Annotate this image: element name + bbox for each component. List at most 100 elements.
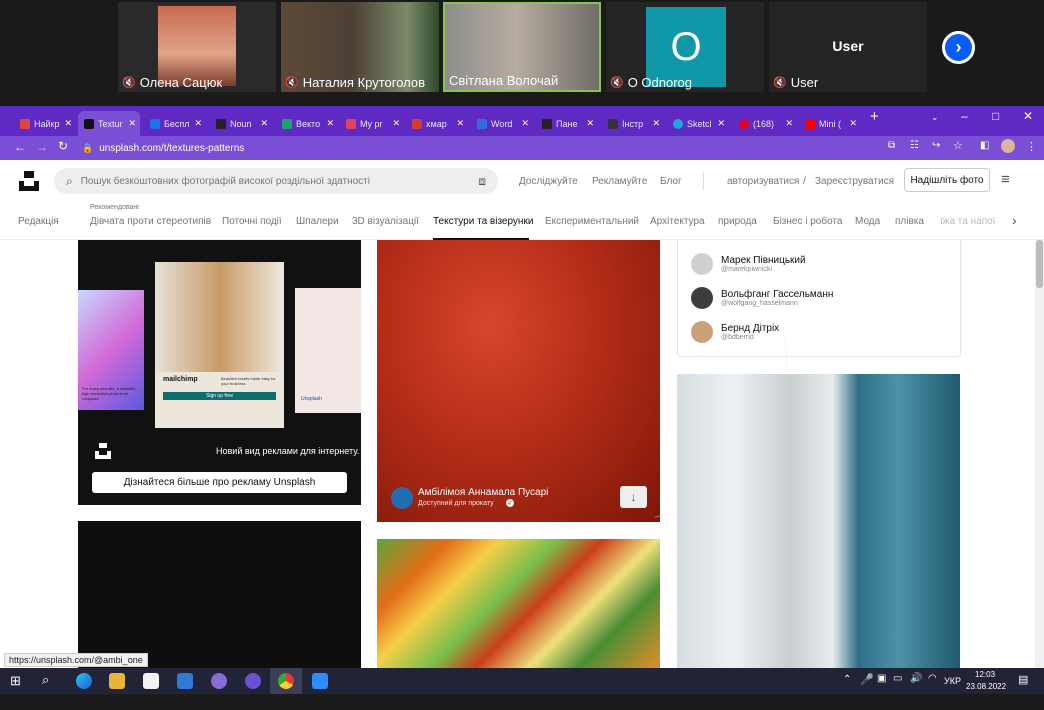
photo-card[interactable]: Амбілімоя Аннамала Пусарі Доступний для … bbox=[377, 240, 850, 583]
close-tab-icon[interactable]: ✕ bbox=[326, 118, 334, 129]
participant-tile[interactable]: 🔇 Олена Сацюк bbox=[118, 2, 276, 92]
browser-tab-active[interactable]: Textur ✕ bbox=[78, 111, 140, 136]
category-tab[interactable]: Шпалери bbox=[296, 216, 339, 227]
close-tab-icon[interactable]: ✕ bbox=[586, 118, 594, 129]
camera-icon[interactable]: ▣ bbox=[877, 673, 886, 684]
browser-tab[interactable]: Векто ✕ bbox=[276, 111, 338, 136]
author-avatar[interactable] bbox=[391, 487, 413, 509]
install-app-icon[interactable]: ⧉ bbox=[888, 140, 895, 151]
contributor-item[interactable]: Марек Півницький @marekpiwnicki bbox=[691, 251, 806, 277]
category-tab[interactable]: Мода bbox=[855, 216, 880, 227]
clock-date[interactable]: 23.08.2022 bbox=[966, 682, 1006, 691]
app-icon[interactable] bbox=[211, 673, 227, 689]
store-icon[interactable] bbox=[143, 673, 159, 689]
participant-tile[interactable]: User 🔇 User bbox=[769, 2, 927, 92]
category-tab[interactable]: їжа та напої bbox=[940, 216, 995, 227]
photo-card[interactable] bbox=[377, 539, 660, 668]
profile-avatar[interactable] bbox=[1001, 139, 1015, 153]
tab-search-icon[interactable]: ⌄ bbox=[931, 112, 939, 123]
photo-card[interactable] bbox=[78, 521, 361, 668]
browser-tab[interactable]: My pr ✕ bbox=[340, 111, 404, 136]
browser-tab[interactable]: хмар ✕ bbox=[406, 111, 468, 136]
chevron-right-icon[interactable]: › bbox=[1012, 212, 1017, 228]
close-tab-icon[interactable]: ✕ bbox=[392, 118, 400, 129]
signup-link[interactable]: Зареєструватися bbox=[815, 176, 894, 187]
close-tab-icon[interactable]: ✕ bbox=[64, 118, 72, 129]
new-tab-button[interactable]: + bbox=[870, 108, 879, 125]
browser-tab[interactable]: Word ✕ bbox=[471, 111, 533, 136]
back-icon[interactable]: ← bbox=[14, 140, 26, 154]
category-tab[interactable]: плівка bbox=[895, 216, 924, 227]
close-tab-icon[interactable]: ✕ bbox=[194, 118, 202, 129]
language-indicator[interactable]: УКР bbox=[944, 676, 961, 686]
page-scrollbar[interactable] bbox=[1035, 240, 1044, 668]
search-icon[interactable]: ⌕ bbox=[42, 672, 49, 688]
category-tab[interactable]: Архітектура bbox=[650, 216, 705, 227]
minimize-button[interactable]: – bbox=[961, 109, 968, 123]
browser-tab[interactable]: Інстр ✕ bbox=[602, 111, 664, 136]
browser-tab[interactable]: Найкр ✕ bbox=[14, 111, 76, 136]
participant-tile-active-speaker[interactable]: Світлана Волочай bbox=[443, 2, 601, 92]
category-tab[interactable]: природа bbox=[718, 216, 757, 227]
close-tab-icon[interactable]: ✕ bbox=[652, 118, 660, 129]
login-link[interactable]: авторизуватися bbox=[727, 176, 799, 187]
chrome-icon[interactable] bbox=[278, 673, 294, 689]
participant-tile[interactable]: O 🔇 O Odnorog bbox=[606, 2, 764, 92]
forward-icon[interactable]: → bbox=[36, 140, 48, 154]
unsplash-logo[interactable] bbox=[19, 171, 39, 191]
close-tab-icon[interactable]: ✕ bbox=[521, 118, 529, 129]
category-tab-active[interactable]: Текстури та візерунки bbox=[433, 216, 533, 227]
submit-photo-button[interactable]: Надішліть фото bbox=[904, 168, 990, 192]
close-tab-icon[interactable]: ✕ bbox=[785, 118, 793, 129]
browser-tab[interactable]: Беспл ✕ bbox=[144, 111, 206, 136]
file-explorer-icon[interactable] bbox=[109, 673, 125, 689]
nav-explore[interactable]: Досліджуйте bbox=[519, 176, 578, 187]
edge-icon[interactable] bbox=[76, 673, 92, 689]
ad-card[interactable]: For every new site, a beautiful high res… bbox=[78, 240, 361, 505]
search-input[interactable]: ⌕ Пошук безкоштовних фотографій високої … bbox=[54, 168, 498, 194]
hamburger-menu-icon[interactable]: ≡ bbox=[1001, 171, 1010, 188]
browser-tab[interactable]: (168) ✕ bbox=[733, 111, 797, 136]
close-tab-icon[interactable]: ✕ bbox=[456, 118, 464, 129]
close-tab-icon[interactable]: ✕ bbox=[260, 118, 268, 129]
contributor-item[interactable]: Вольфганг Гассельманн @wolfgang_hasselman… bbox=[691, 285, 833, 311]
battery-icon[interactable]: ▭ bbox=[893, 673, 902, 684]
browser-tab[interactable]: Sketcl ✕ bbox=[667, 111, 729, 136]
menu-kebab-icon[interactable]: ⋮ bbox=[1026, 140, 1037, 153]
volume-icon[interactable]: 🔊 bbox=[910, 673, 922, 684]
nav-blog[interactable]: Блог bbox=[660, 176, 682, 187]
close-window-button[interactable]: ✕ bbox=[1023, 109, 1033, 123]
ad-learn-more-button[interactable]: Дізнайтеся більше про рекламу Unsplash bbox=[92, 472, 347, 493]
close-tab-icon[interactable]: ✕ bbox=[717, 118, 725, 129]
bookmark-star-icon[interactable]: ☆ bbox=[953, 139, 963, 152]
category-tab[interactable]: 3D візуалізації bbox=[352, 216, 419, 227]
visual-search-icon[interactable]: ⧈ bbox=[478, 174, 486, 189]
viber-icon[interactable] bbox=[245, 673, 261, 689]
download-button[interactable]: ↓ bbox=[620, 486, 647, 508]
side-panel-icon[interactable]: ◧ bbox=[980, 140, 989, 151]
photo-card[interactable] bbox=[677, 374, 960, 668]
windows-start-icon[interactable]: ⊞ bbox=[10, 673, 21, 689]
close-tab-icon[interactable]: ✕ bbox=[849, 118, 857, 129]
nav-advertise[interactable]: Рекламуйте bbox=[592, 176, 647, 187]
category-tab[interactable]: Експериментальний bbox=[545, 216, 639, 227]
chevron-up-icon[interactable]: ⌃ bbox=[843, 674, 851, 685]
category-tab[interactable]: Поточні події bbox=[222, 216, 282, 227]
clock-time[interactable]: 12:03 bbox=[975, 670, 995, 679]
close-tab-icon[interactable]: ✕ bbox=[128, 118, 136, 129]
availability-label[interactable]: Доступний для прокату bbox=[418, 500, 494, 507]
contributor-item[interactable]: Бернд Дітріх @bdbernd bbox=[691, 319, 779, 345]
scrollbar-thumb[interactable] bbox=[1036, 240, 1043, 288]
category-tab[interactable]: Редакція bbox=[18, 216, 59, 227]
reload-icon[interactable]: ↻ bbox=[58, 139, 68, 153]
mic-icon[interactable]: 🎤 bbox=[860, 673, 874, 686]
participant-tile[interactable]: 🔇 Наталия Крутоголов bbox=[281, 2, 439, 92]
author-name[interactable]: Амбілімоя Аннамала Пусарі bbox=[418, 487, 548, 498]
browser-tab[interactable]: Пане ✕ bbox=[536, 111, 598, 136]
mail-icon[interactable] bbox=[177, 673, 193, 689]
maximize-button[interactable]: □ bbox=[992, 109, 999, 123]
url-field[interactable]: 🔒 unsplash.com/t/textures-patterns bbox=[82, 139, 882, 157]
browser-tab[interactable]: Mini (✕ bbox=[799, 111, 861, 136]
share-icon[interactable]: ↪ bbox=[932, 140, 940, 151]
browser-tab[interactable]: Noun ✕ bbox=[210, 111, 272, 136]
